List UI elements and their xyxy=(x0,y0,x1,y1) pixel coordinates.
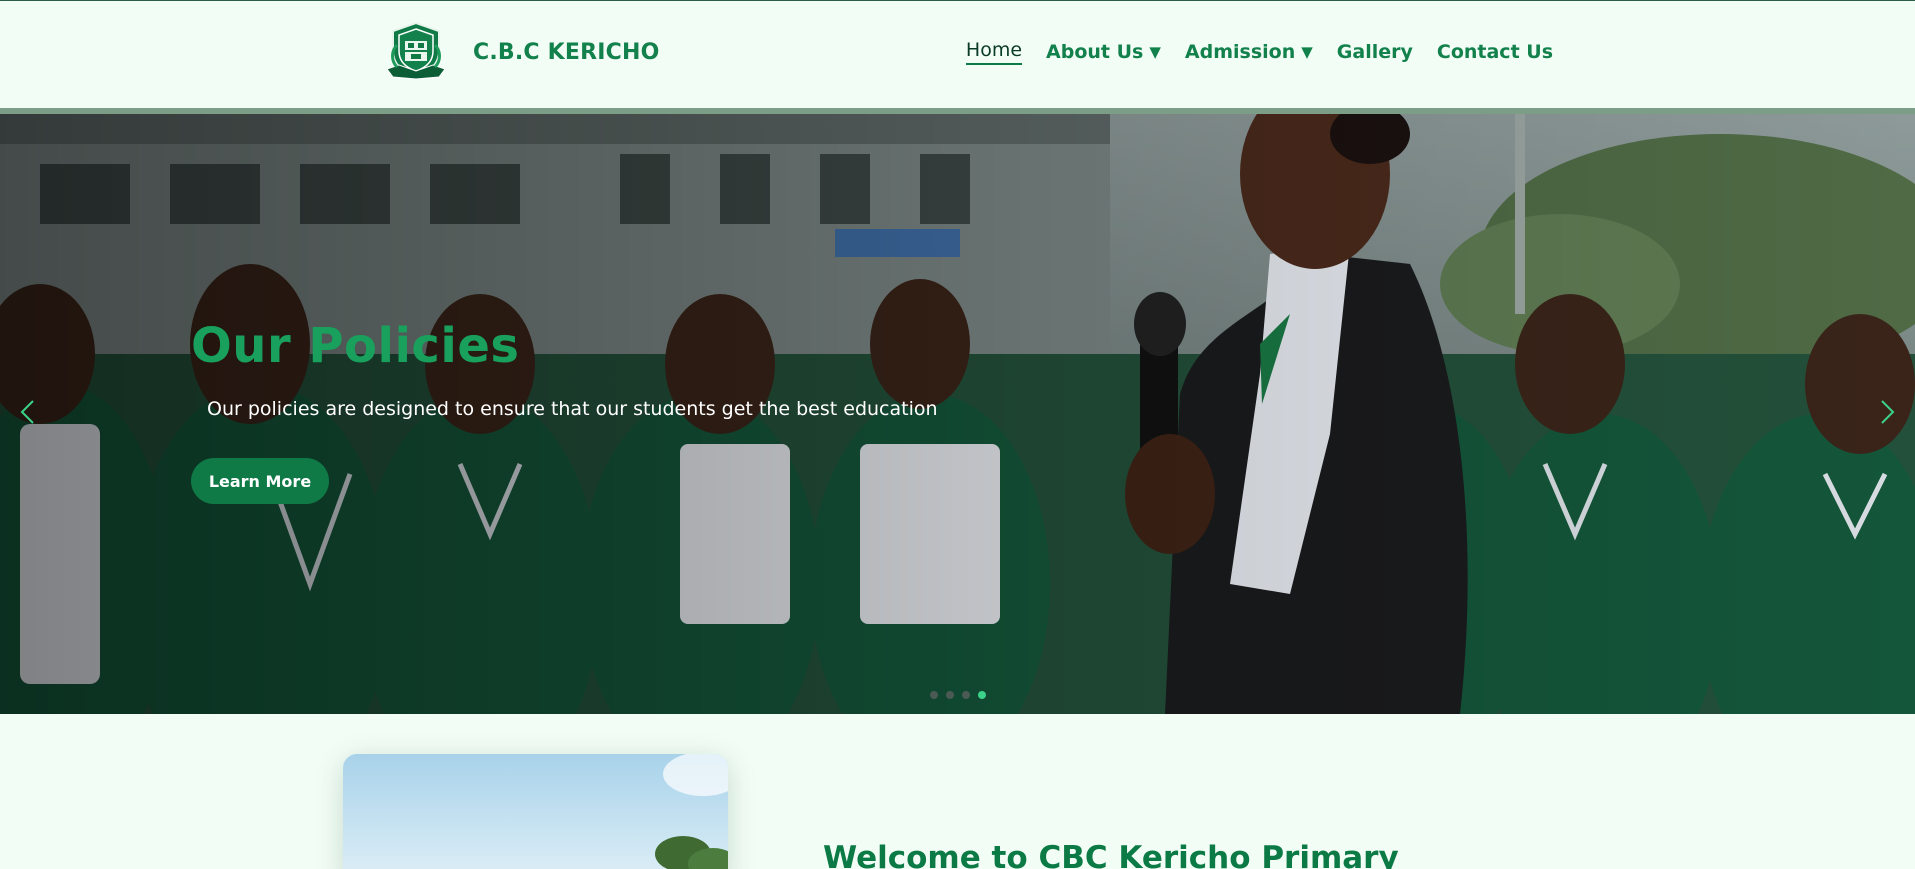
nav-about-us-label: About Us xyxy=(1046,41,1144,63)
nav-admission[interactable]: Admission ▼ xyxy=(1185,41,1313,63)
carousel-indicators xyxy=(930,691,986,699)
site-header: C.B.C KERICHO Home About Us ▼ Admission … xyxy=(0,0,1915,108)
brand[interactable]: C.B.C KERICHO xyxy=(383,21,660,83)
hero-description: Our policies are designed to ensure that… xyxy=(207,398,938,420)
hero-title: Our Policies xyxy=(191,318,520,374)
carousel-dot[interactable] xyxy=(962,691,970,699)
nav-about-us[interactable]: About Us ▼ xyxy=(1046,41,1161,63)
hero-carousel: Our Policies Our policies are designed t… xyxy=(0,114,1915,714)
carousel-dot-active[interactable] xyxy=(978,691,986,699)
nav-gallery[interactable]: Gallery xyxy=(1337,41,1413,63)
main-nav: Home About Us ▼ Admission ▼ Gallery Cont… xyxy=(965,39,1553,65)
chevron-right-icon[interactable] xyxy=(1875,398,1899,426)
chevron-left-icon[interactable] xyxy=(16,398,40,426)
school-crest-icon xyxy=(386,21,446,80)
school-photo xyxy=(343,754,728,869)
welcome-title: Welcome to CBC Kericho Primary xyxy=(823,840,1399,869)
carousel-dot[interactable] xyxy=(946,691,954,699)
nav-contact-us[interactable]: Contact Us xyxy=(1437,41,1553,63)
chevron-down-icon: ▼ xyxy=(1301,43,1313,61)
chevron-down-icon: ▼ xyxy=(1149,43,1161,61)
nav-home[interactable]: Home xyxy=(965,39,1023,65)
nav-admission-label: Admission xyxy=(1184,41,1296,63)
learn-more-button[interactable]: Learn More xyxy=(191,458,329,504)
welcome-image xyxy=(343,754,728,869)
brand-name: C.B.C KERICHO xyxy=(473,39,660,65)
carousel-dot[interactable] xyxy=(930,691,938,699)
